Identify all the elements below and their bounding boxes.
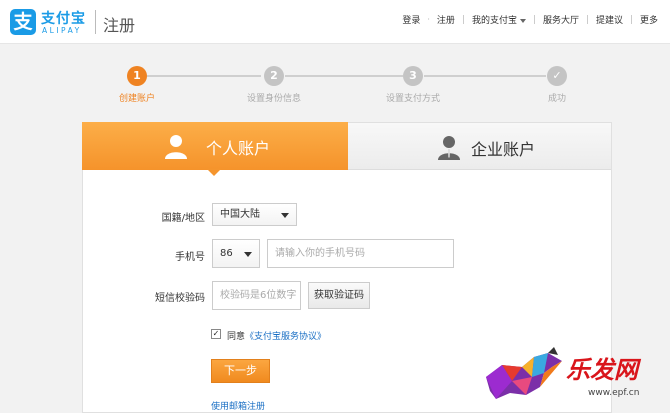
step-4-check-icon: ✓ [547, 66, 567, 86]
phone-label: 手机号 [175, 252, 205, 263]
nav-divider [462, 15, 464, 24]
more-link[interactable]: 更多 [634, 13, 664, 26]
watermark-text: 乐发网 [566, 355, 638, 384]
top-bar: 支 支付宝 ALIPAY 注册 登录 · 注册 我的支付宝 服务大厅 提建议 更… [0, 0, 670, 44]
step-3-circle: 3 [403, 66, 423, 86]
step-2-circle: 2 [264, 66, 284, 86]
region-label: 国籍/地区 [161, 213, 205, 224]
tab-business-label: 企业账户 [471, 140, 536, 159]
chevron-down-icon [244, 252, 252, 257]
watermark-url: www.epf.cn [588, 388, 640, 398]
step-1-circle: 1 [127, 66, 147, 86]
person-icon [165, 135, 187, 159]
tab-personal-account[interactable]: 个人账户 [82, 122, 348, 170]
region-select[interactable]: 中国大陆 [212, 203, 297, 226]
phone-country-code-select[interactable]: 86 [212, 239, 260, 268]
step-connector [285, 75, 403, 77]
agreement-link[interactable]: 《支付宝服务协议》 [245, 332, 326, 342]
business-person-icon [438, 136, 460, 160]
nav-divider [586, 15, 588, 24]
top-nav: 登录 · 注册 我的支付宝 服务大厅 提建议 更多 [396, 13, 664, 26]
step-connector [147, 75, 261, 77]
sms-code-label: 短信校验码 [155, 293, 205, 304]
step-4-label: 成功 [547, 94, 566, 104]
nav-divider [630, 15, 632, 24]
agree-label: 同意 [227, 332, 246, 342]
region-value: 中国大陆 [220, 209, 260, 220]
nav-divider [533, 15, 535, 24]
chevron-down-icon [519, 18, 526, 23]
my-alipay-label: 我的支付宝 [471, 16, 517, 26]
logo-text[interactable]: 支付宝 [41, 8, 86, 28]
get-code-button[interactable]: 获取验证码 [308, 282, 370, 309]
feedback-link[interactable]: 提建议 [590, 13, 629, 26]
watermark-bull-logo [486, 347, 562, 399]
page-title: 注册 [103, 16, 136, 35]
service-hall-link[interactable]: 服务大厅 [537, 13, 585, 26]
agreement-text: 同意《支付宝服务协议》 [227, 329, 326, 342]
login-link[interactable]: 登录 [396, 13, 426, 26]
step-connector [424, 75, 546, 77]
step-3-label: 设置支付方式 [385, 94, 440, 104]
step-2-label: 设置身份信息 [246, 94, 301, 104]
tab-personal-label: 个人账户 [206, 139, 271, 158]
agree-checkbox[interactable]: ✓ [211, 329, 221, 339]
phone-code-value: 86 [220, 248, 233, 259]
logo-divider [95, 10, 96, 34]
register-link[interactable]: 注册 [431, 13, 461, 26]
tab-business-account[interactable]: 企业账户 [348, 123, 611, 170]
email-register-link[interactable]: 使用邮箱注册 [211, 399, 265, 412]
next-button[interactable]: 下一步 [211, 359, 270, 383]
chevron-down-icon [281, 213, 289, 218]
alipay-logo-icon[interactable]: 支 [10, 9, 36, 35]
sms-code-input[interactable]: 校验码是6位数字 [212, 281, 301, 310]
step-1-label: 创建账户 [118, 94, 155, 104]
logo-subtext: ALIPAY [42, 26, 82, 35]
phone-input[interactable]: 请输入你的手机号码 [267, 239, 454, 268]
my-alipay-menu[interactable]: 我的支付宝 [466, 13, 532, 26]
tab-active-pointer [207, 169, 221, 176]
